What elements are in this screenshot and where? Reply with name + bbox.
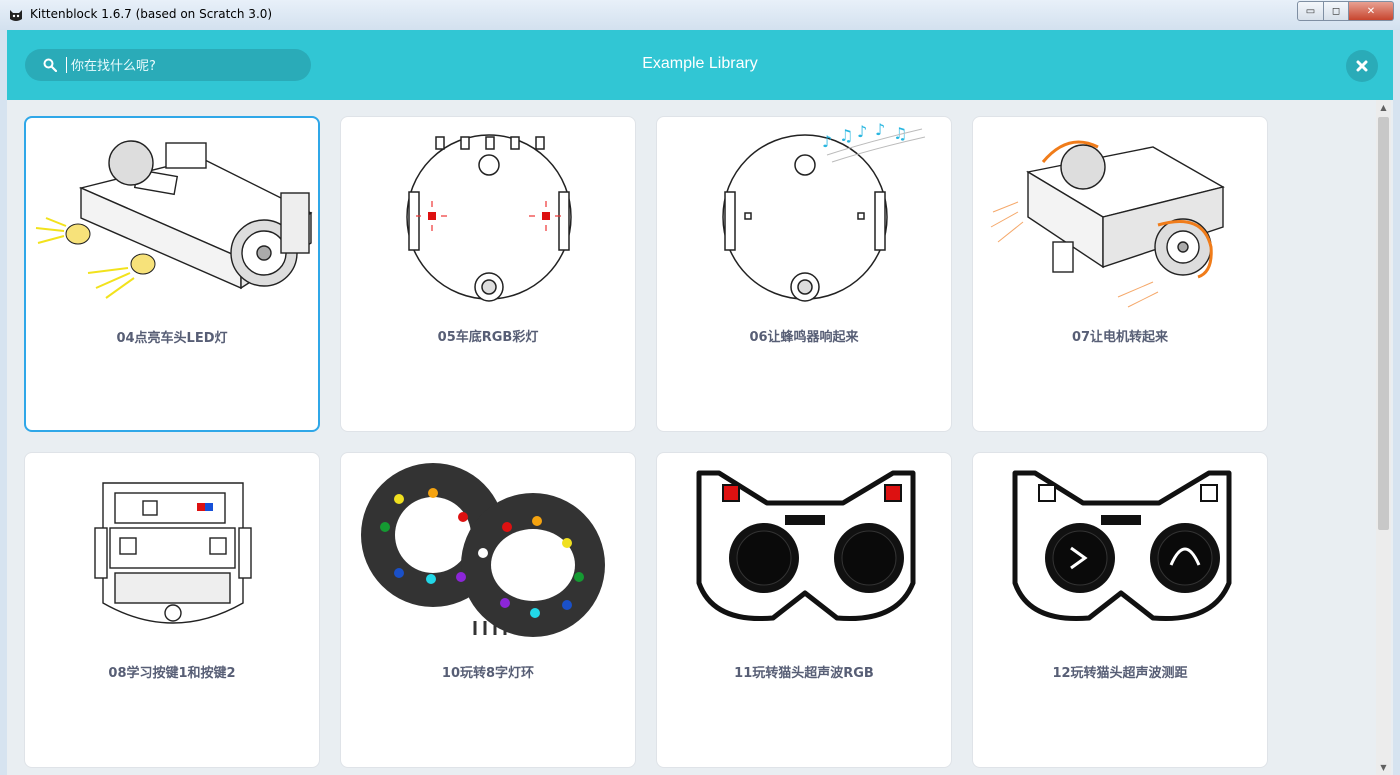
library-item-label: 08学习按键1和按键2 [108,666,236,681]
window-title: Kittenblock 1.6.7 (based on Scratch 3.0) [30,7,273,21]
library-item-label: 10玩转8字灯环 [441,666,535,681]
robot-motor-image [990,140,1225,308]
library-item-08[interactable]: 08学习按键1和按键2 [24,452,320,768]
minimize-icon: ▭ [1305,5,1316,17]
scrollbar-thumb[interactable] [1378,117,1389,530]
modal-close-button[interactable] [1346,50,1378,82]
robot-car-headlights-image [35,140,313,299]
library-item-label: 04点亮车头LED灯 [116,331,228,346]
kittenblock-logo-icon [10,10,22,21]
library-item-07[interactable]: 07让电机转起来 [972,116,1268,432]
cat-head-ultrasonic-distance-image [1012,470,1232,622]
library-item-10[interactable]: 10玩转8字灯环 [340,452,636,768]
svg-text:♪: ♪ [875,120,885,139]
svg-text:♪: ♪ [822,132,832,151]
example-library-modal: Example Library [7,30,1393,775]
window-titlebar: Kittenblock 1.6.7 (based on Scratch 3.0)… [0,0,1400,30]
library-item-04[interactable]: 04点亮车头LED灯 [24,116,320,432]
window-close-button[interactable]: ✕ [1349,1,1394,21]
maximize-icon: ◻ [1331,5,1341,17]
svg-text:♪: ♪ [857,122,867,141]
library-item-label: 07让电机转起来 [1071,330,1169,345]
library-item-label: 05车底RGB彩灯 [437,330,539,345]
robot-buttons-image [94,482,252,624]
robot-buzzer-image: ♪ ♫ ♪ ♪ ♫ [722,120,926,302]
library-grid: 04点亮车头LED灯 05车底RGB彩灯 ♪ ♫ ♪ ♪ ♫ 06让蜂鸣器响起来… [7,100,1393,775]
close-icon: ✕ [1366,5,1376,17]
vertical-scrollbar[interactable]: ▲ ▼ [1376,100,1391,775]
library-item-11[interactable]: 11玩转猫头超声波RGB [656,452,952,768]
svg-text:♫: ♫ [839,126,853,145]
library-item-06[interactable]: ♪ ♫ ♪ ♪ ♫ 06让蜂鸣器响起来 [656,116,952,432]
scroll-up-arrow-icon[interactable]: ▲ [1376,100,1391,115]
library-item-label: 11玩转猫头超声波RGB [734,666,874,681]
library-item-12[interactable]: 12玩转猫头超声波测距 [972,452,1268,768]
maximize-button[interactable]: ◻ [1324,1,1349,21]
library-item-label: 12玩转猫头超声波测距 [1052,666,1188,681]
modal-header: Example Library [7,30,1393,100]
library-item-label: 06让蜂鸣器响起来 [749,330,859,345]
cat-head-ultrasonic-rgb-image [696,470,916,622]
scroll-down-arrow-icon[interactable]: ▼ [1376,760,1391,775]
figure-eight-led-ring-image [361,463,605,637]
modal-title: Example Library [642,55,758,72]
robot-bottom-rgb-image [406,134,572,302]
close-icon [1356,60,1368,72]
minimize-button[interactable]: ▭ [1297,1,1324,21]
library-item-05[interactable]: 05车底RGB彩灯 [340,116,636,432]
